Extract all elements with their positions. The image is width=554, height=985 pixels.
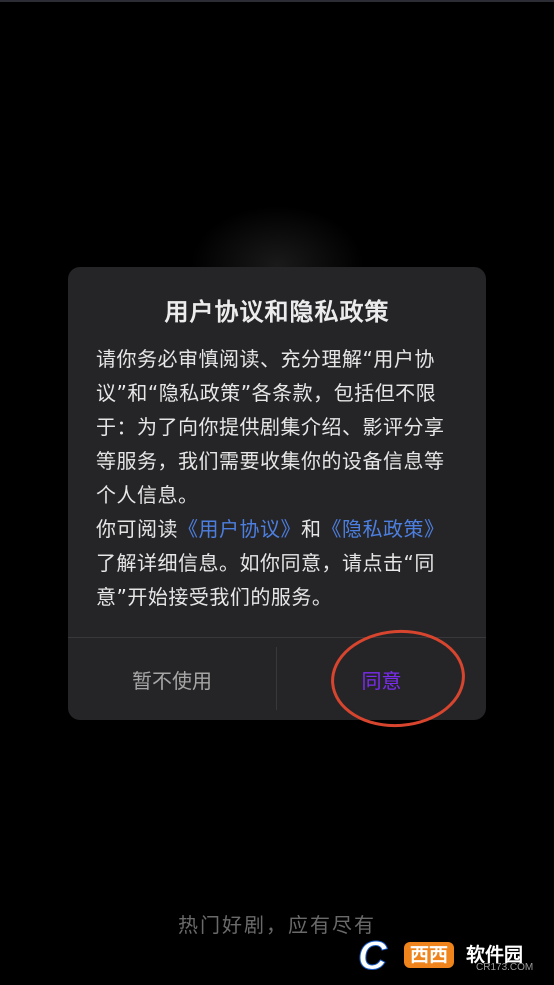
paragraph-2-and: 和 — [301, 517, 322, 541]
watermark-badge: 西西 — [404, 942, 455, 968]
dialog-paragraph-2: 你可阅读《用户协议》和《隐私政策》了解详细信息。如你同意，请点击“同意”开始接受… — [96, 512, 464, 614]
user-agreement-link[interactable]: 《用户协议》 — [178, 517, 301, 541]
app-screen: 用户协议和隐私政策 请你务必审慎阅读、充分理解“用户协议”和“隐私政策”各条款，… — [0, 0, 554, 985]
paragraph-2-suffix: 了解详细信息。如你同意，请点击“同意”开始接受我们的服务。 — [96, 551, 435, 609]
site-watermark: C 西西 软件园 CR173.COM — [358, 934, 538, 979]
paragraph-2-prefix: 你可阅读 — [96, 517, 178, 541]
dialog-body: 请你务必审慎阅读、充分理解“用户协议”和“隐私政策”各条款，包括但不限于：为了向… — [96, 342, 464, 614]
watermark-logo-icon: C — [358, 934, 388, 979]
watermark-url: CR173.COM — [476, 962, 534, 973]
dialog-title: 用户协议和隐私政策 — [164, 298, 390, 326]
dialog-paragraph-1: 请你务必审慎阅读、充分理解“用户协议”和“隐私政策”各条款，包括但不限于：为了向… — [96, 347, 445, 507]
decline-button[interactable]: 暂不使用 — [68, 638, 276, 720]
app-slogan: 热门好剧，应有尽有 — [178, 913, 376, 937]
status-bar-edge — [0, 0, 554, 2]
privacy-policy-link[interactable]: 《隐私政策》 — [322, 517, 445, 541]
